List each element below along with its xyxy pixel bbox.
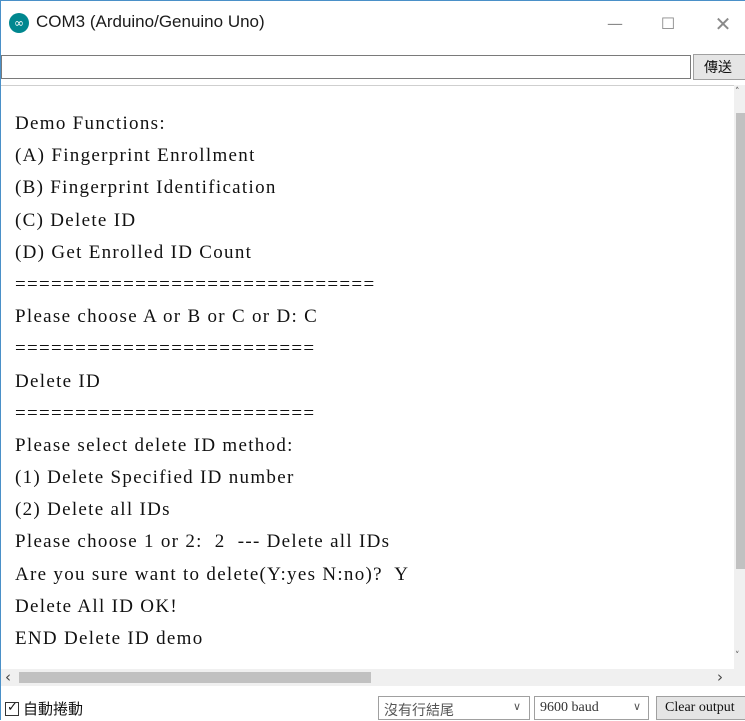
chevron-down-icon: ∨ <box>513 700 522 713</box>
horizontal-scrollbar[interactable]: ‹ › <box>1 668 745 686</box>
autoscroll-toggle[interactable]: ✓ 自動捲動 <box>5 698 83 719</box>
output-line: (B) Fingerprint Identification <box>15 177 277 199</box>
scroll-right-arrow-icon[interactable]: › <box>717 668 723 686</box>
baud-rate-select[interactable]: 9600 baud ∨ <box>534 696 649 720</box>
autoscroll-checkbox[interactable]: ✓ <box>5 699 19 716</box>
output-line: (1) Delete Specified ID number <box>15 467 295 489</box>
status-bar: ✓ 自動捲動 沒有行結尾 ∨ 9600 baud ∨ Clear output <box>1 686 745 721</box>
window-title: COM3 (Arduino/Genuino Uno) <box>36 12 265 31</box>
output-line: Please select delete ID method: <box>15 434 294 456</box>
output-line: (D) Get Enrolled ID Count <box>15 241 253 263</box>
title-bar: ∞ COM3 (Arduino/Genuino Uno) — ☐ ✕ <box>1 1 745 47</box>
scroll-up-arrow-icon[interactable]: ˄ <box>735 87 740 97</box>
scroll-down-arrow-icon[interactable]: ˅ <box>735 651 740 661</box>
clear-output-button[interactable]: Clear output <box>656 696 745 720</box>
autoscroll-label: 自動捲動 <box>23 700 84 718</box>
output-line: ============================== <box>15 273 376 295</box>
output-lines: Demo Functions: (A) Fingerprint Enrollmen… <box>15 108 409 655</box>
output-line: ========================= <box>15 338 316 360</box>
output-line: (A) Fingerprint Enrollment <box>15 145 256 167</box>
line-ending-select[interactable]: 沒有行結尾 ∨ <box>378 696 530 720</box>
serial-output-area[interactable]: Demo Functions: (A) Fingerprint Enrollmen… <box>1 85 734 669</box>
output-line: Please choose A or B or C or D: C <box>15 306 319 328</box>
output-line: (C) Delete ID <box>15 209 137 231</box>
output-line: Delete All ID OK! <box>15 595 178 617</box>
serial-monitor-window: ∞ COM3 (Arduino/Genuino Uno) — ☐ ✕ 傳送 De… <box>0 0 745 721</box>
checkmark-icon: ✓ <box>7 699 18 715</box>
output-line: Please choose 1 or 2: 2 --- Delete all I… <box>15 531 391 553</box>
send-button[interactable]: 傳送 <box>693 54 745 80</box>
scroll-left-arrow-icon[interactable]: ‹ <box>5 668 11 686</box>
send-input[interactable] <box>1 55 691 79</box>
output-line: Delete ID <box>15 370 102 392</box>
output-line: END Delete ID demo <box>15 628 204 649</box>
arduino-infinity-icon: ∞ <box>9 13 29 33</box>
output-line: Demo Functions: <box>15 113 166 134</box>
maximize-button[interactable]: ☐ <box>648 9 688 39</box>
output-line: (2) Delete all IDs <box>15 499 171 521</box>
baud-rate-value: 9600 baud <box>540 700 599 715</box>
output-line: ========================= <box>15 402 316 424</box>
vertical-scrollbar[interactable]: ˄ ˅ <box>734 85 745 669</box>
vertical-scroll-thumb[interactable] <box>736 113 745 569</box>
minimize-button[interactable]: — <box>595 9 635 39</box>
output-line: Are you sure want to delete(Y:yes N:no)?… <box>15 563 410 585</box>
horizontal-scroll-thumb[interactable] <box>19 672 371 683</box>
close-button[interactable]: ✕ <box>703 9 743 39</box>
chevron-down-icon: ∨ <box>633 700 642 713</box>
line-ending-value: 沒有行結尾 <box>384 703 454 719</box>
